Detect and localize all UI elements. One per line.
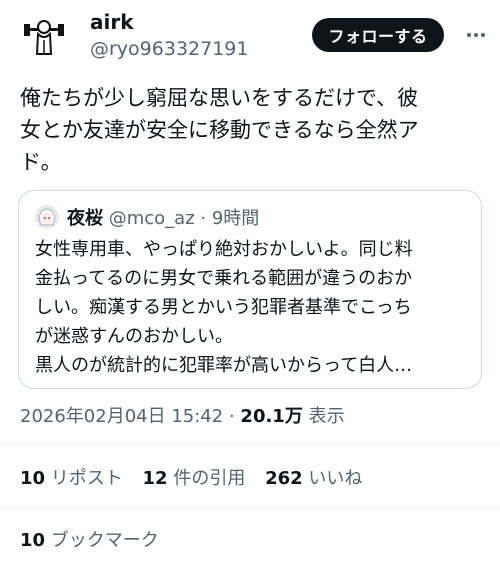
bookmarks-count: 10: [20, 530, 46, 551]
tweet-text: 俺たちが少し窮屈な思いをするだけで、彼 女とか友達が安全に移動できるなら全然ア …: [20, 86, 419, 174]
likes-label: いいね: [308, 468, 363, 489]
quoted-separator: ·: [200, 208, 207, 229]
engagement-stats: 10 リポスト 12 件の引用 262 いいね: [20, 464, 376, 490]
reposts-label: リポスト: [50, 468, 123, 489]
reposts-stat[interactable]: 10 リポスト: [20, 464, 123, 490]
divider: [0, 443, 500, 444]
more-options-icon[interactable]: [462, 22, 490, 48]
likes-count: 262: [265, 468, 303, 489]
author-name[interactable]: airk: [90, 10, 134, 34]
quotes-count: 12: [142, 468, 168, 489]
follow-button[interactable]: フォローする: [312, 18, 444, 52]
quoted-author-avatar[interactable]: [35, 205, 59, 229]
quotes-stat[interactable]: 12 件の引用: [143, 464, 246, 490]
tweet-timestamp-row: 2026年02月04日 15:42 · 20.1万 表示: [20, 402, 345, 428]
quotes-label: 件の引用: [173, 468, 246, 489]
views-label: 表示: [308, 406, 345, 427]
tweet-header: airk @ryo963327191 フォローする: [0, 0, 500, 76]
bookmarks-stat[interactable]: 10 ブックマーク: [20, 526, 159, 552]
quoted-tweet-header: 夜桜 @mco_az · 9時間: [67, 204, 259, 230]
quoted-tweet-text: 女性専用車、やっぱり絶対おかしいよ。同じ料 金払ってるのに男女で乗れる範囲が違う…: [35, 239, 413, 376]
divider: [0, 507, 500, 508]
dumbbell-figure-icon: [24, 20, 64, 55]
author-handle[interactable]: @ryo963327191: [90, 38, 248, 60]
author-avatar[interactable]: [20, 10, 68, 58]
reposts-count: 10: [20, 468, 46, 489]
tweet-datetime[interactable]: 2026年02月04日 15:42: [20, 406, 223, 427]
quoted-tweet-card[interactable]: 夜桜 @mco_az · 9時間 女性専用車、やっぱり絶対おかしいよ。同じ料 金…: [18, 190, 482, 389]
quoted-time[interactable]: 9時間: [212, 208, 259, 229]
views-count: 20.1万: [240, 406, 303, 427]
bookmarks-label: ブックマーク: [50, 530, 159, 551]
timestamp-separator: ·: [228, 406, 235, 427]
likes-stat[interactable]: 262 いいね: [265, 464, 362, 490]
quoted-author-handle[interactable]: @mco_az: [109, 208, 195, 229]
quoted-author-name[interactable]: 夜桜: [67, 208, 103, 229]
anime-girl-avatar-icon: [35, 205, 59, 229]
